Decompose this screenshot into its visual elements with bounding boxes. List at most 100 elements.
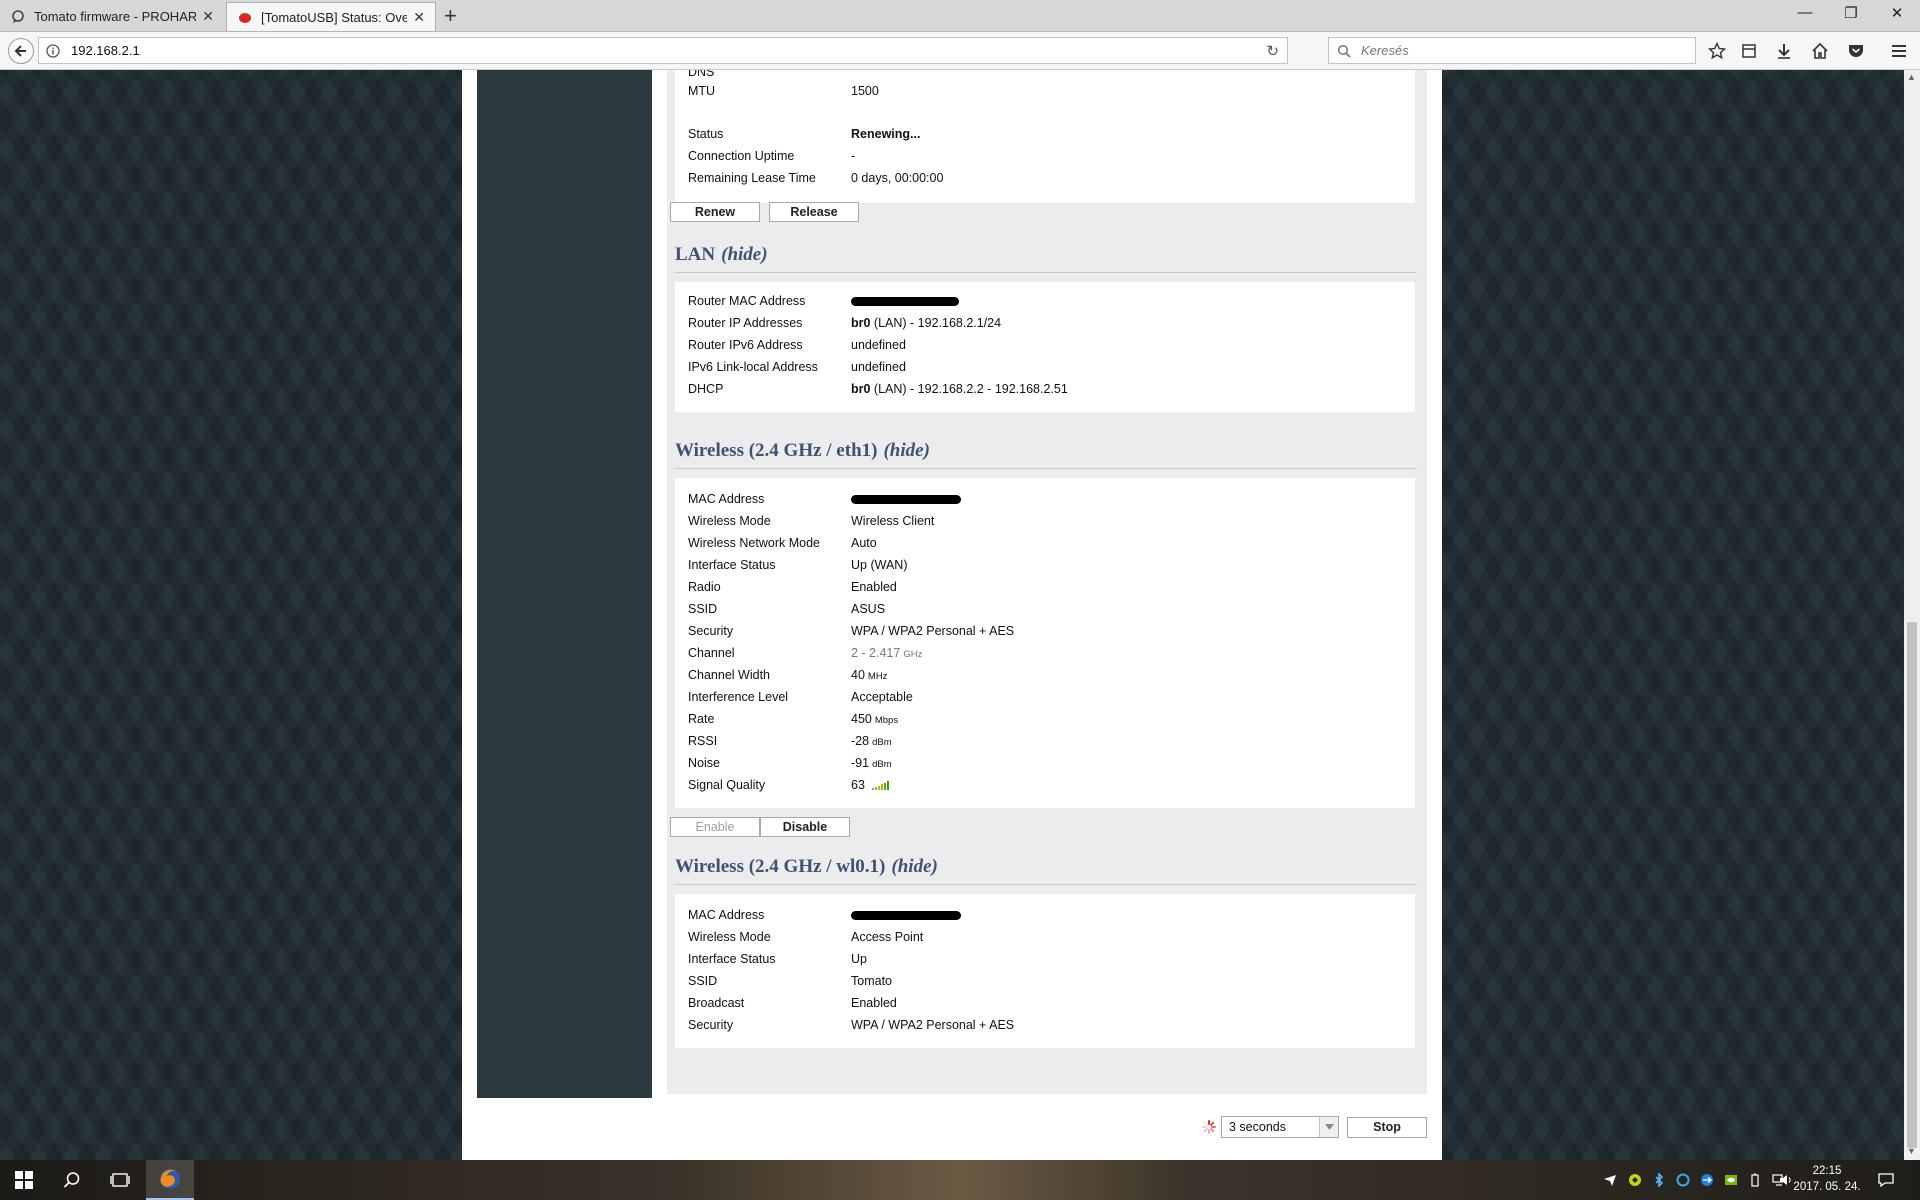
tray-gaming-icon[interactable] bbox=[1675, 1172, 1691, 1188]
scrollbar-thumb[interactable] bbox=[1907, 622, 1917, 1148]
tray-bluetooth-icon[interactable] bbox=[1651, 1172, 1667, 1188]
start-button[interactable] bbox=[0, 1160, 48, 1200]
browser-tab-tomato-firmware[interactable]: Tomato firmware - PROHARD ✕ bbox=[0, 2, 224, 31]
navigation-sidebar bbox=[477, 70, 652, 1098]
search-bar[interactable] bbox=[1328, 37, 1696, 64]
stop-refresh-button[interactable]: Stop bbox=[1347, 1117, 1427, 1138]
channel-value: 2 - 2.417 bbox=[851, 646, 901, 660]
taskbar-firefox-icon[interactable] bbox=[146, 1160, 194, 1200]
menu-hamburger-icon[interactable] bbox=[1888, 40, 1910, 62]
rssi-value: -28 bbox=[851, 734, 870, 748]
row-label: RSSI bbox=[688, 734, 718, 748]
scroll-up-arrow-icon[interactable]: ▲ bbox=[1907, 72, 1916, 82]
tab-title: [TomatoUSB] Status: Overview bbox=[261, 9, 407, 25]
redacted-mac-value bbox=[851, 904, 961, 926]
browser-tab-tomatousb-status[interactable]: [TomatoUSB] Status: Overview ✕ bbox=[226, 2, 436, 31]
pocket-icon[interactable] bbox=[1845, 40, 1867, 62]
interface-name: br0 bbox=[851, 382, 871, 396]
tray-nvidia-icon[interactable] bbox=[1723, 1172, 1739, 1188]
row-value: undefined bbox=[851, 338, 906, 352]
task-view-icon[interactable] bbox=[96, 1160, 144, 1200]
bookmark-star-icon[interactable] bbox=[1706, 40, 1728, 62]
row-label: SSID bbox=[688, 974, 718, 988]
wireless-wl01-hide-link[interactable]: (hide) bbox=[891, 856, 937, 877]
signal-quality-value: 63 bbox=[851, 778, 865, 792]
row-label: Router IPv6 Address bbox=[688, 338, 803, 352]
page-viewport: DNS MTU 1500 Status Renewing... Connecti… bbox=[0, 70, 1920, 1160]
row-label: IPv6 Link-local Address bbox=[688, 360, 818, 374]
section-title-text: LAN bbox=[675, 244, 716, 265]
tab-title: Tomato firmware - PROHARD bbox=[34, 9, 197, 24]
taskbar-clock[interactable]: 22:15 2017. 05. 24. bbox=[1782, 1163, 1872, 1195]
row-value: Access Point bbox=[851, 930, 924, 944]
page-scrollbar[interactable]: ▲ ▼ bbox=[1904, 70, 1920, 1160]
reading-list-icon[interactable] bbox=[1738, 40, 1760, 62]
scroll-down-arrow-icon[interactable]: ▼ bbox=[1907, 1146, 1916, 1156]
home-icon[interactable] bbox=[1809, 40, 1831, 62]
row-label: Security bbox=[688, 624, 734, 638]
row-label: Wireless Network Mode bbox=[688, 536, 820, 550]
close-tab-icon[interactable]: ✕ bbox=[202, 8, 214, 25]
search-icon bbox=[1337, 44, 1351, 58]
row-value: WPA / WPA2 Personal + AES bbox=[851, 1018, 1015, 1032]
tomato-icon bbox=[237, 9, 253, 25]
unit-label: dBm bbox=[872, 759, 892, 770]
wireless-eth1-hide-link[interactable]: (hide) bbox=[883, 440, 929, 461]
ip-range: (LAN) - 192.168.2.1/24 bbox=[870, 316, 1002, 330]
row-label: Radio bbox=[688, 580, 721, 594]
interface-name: br0 bbox=[851, 316, 871, 330]
release-button[interactable]: Release bbox=[769, 202, 859, 222]
refresh-interval-select[interactable]: 3 seconds bbox=[1221, 1116, 1339, 1138]
tray-yellow-app-icon[interactable] bbox=[1627, 1172, 1643, 1188]
lan-hide-link[interactable]: (hide) bbox=[721, 244, 767, 265]
row-value: Renewing... bbox=[851, 127, 921, 141]
site-info-icon[interactable] bbox=[45, 43, 61, 59]
row-value: WPA / WPA2 Personal + AES bbox=[851, 624, 1015, 638]
row-label: Rate bbox=[688, 712, 715, 726]
row-value: -28 dBm bbox=[851, 730, 892, 754]
row-label: Remaining Lease Time bbox=[688, 171, 816, 185]
search-input[interactable] bbox=[1359, 42, 1683, 59]
row-value: Tomato bbox=[851, 974, 892, 988]
row-value: Enabled bbox=[851, 996, 897, 1010]
chevron-down-icon[interactable] bbox=[1319, 1117, 1338, 1137]
width-value: 40 bbox=[851, 668, 865, 682]
tray-teamviewer-icon[interactable] bbox=[1699, 1172, 1715, 1188]
new-tab-button[interactable]: + bbox=[444, 4, 457, 28]
status-overview-content: DNS MTU 1500 Status Renewing... Connecti… bbox=[667, 70, 1427, 1094]
row-value: 63 bbox=[851, 774, 892, 796]
refresh-spinner-icon bbox=[1202, 1120, 1216, 1134]
back-button[interactable] bbox=[8, 38, 34, 64]
row-label: MTU bbox=[688, 84, 716, 98]
redacted-mac-value bbox=[851, 488, 961, 510]
refresh-interval-value: 3 seconds bbox=[1229, 1120, 1286, 1134]
disable-radio-button[interactable]: Disable bbox=[760, 817, 850, 837]
enable-radio-button[interactable]: Enable bbox=[670, 817, 760, 837]
clock-time: 22:15 bbox=[1812, 1165, 1842, 1177]
tray-airplane-icon[interactable] bbox=[1602, 1172, 1618, 1188]
wireless-eth1-info-box: MAC Address Wireless Mode Wireless Clien… bbox=[675, 478, 1415, 808]
reload-icon[interactable]: ↻ bbox=[1266, 42, 1279, 60]
signal-bars-icon bbox=[872, 781, 890, 791]
download-icon[interactable] bbox=[1773, 40, 1795, 62]
maximize-window-icon[interactable]: ❐ bbox=[1828, 4, 1874, 22]
minimize-window-icon[interactable]: — bbox=[1782, 4, 1828, 21]
row-label: Broadcast bbox=[688, 996, 745, 1010]
close-window-icon[interactable]: ✕ bbox=[1874, 4, 1920, 22]
row-value: 0 days, 00:00:00 bbox=[851, 171, 944, 185]
taskbar-search-icon[interactable] bbox=[48, 1160, 96, 1200]
tomato-page-container: DNS MTU 1500 Status Renewing... Connecti… bbox=[462, 70, 1442, 1160]
row-value: 40 MHz bbox=[851, 664, 887, 688]
unit-label: GHz bbox=[903, 649, 923, 660]
renew-button[interactable]: Renew bbox=[670, 202, 760, 222]
row-label: Router IP Addresses bbox=[688, 316, 803, 330]
unit-label: dBm bbox=[872, 737, 892, 748]
close-tab-icon[interactable]: ✕ bbox=[413, 9, 425, 26]
action-center-icon[interactable] bbox=[1878, 1172, 1894, 1188]
row-value: Acceptable bbox=[851, 690, 913, 704]
row-label: Wireless Mode bbox=[688, 514, 771, 528]
tray-battery-icon[interactable] bbox=[1747, 1172, 1763, 1188]
windows-taskbar: 22:15 2017. 05. 24. bbox=[0, 1160, 1920, 1200]
row-label: Interface Status bbox=[688, 952, 776, 966]
url-bar[interactable]: 192.168.2.1 ↻ bbox=[38, 37, 1288, 64]
